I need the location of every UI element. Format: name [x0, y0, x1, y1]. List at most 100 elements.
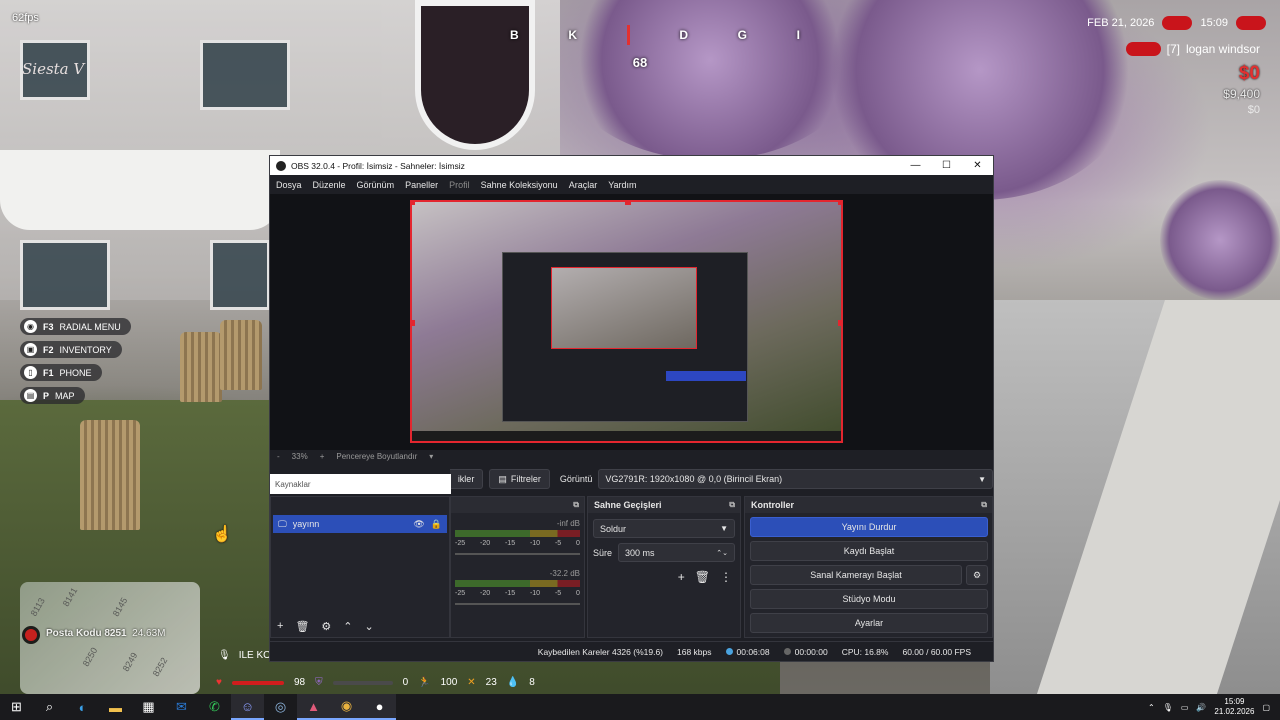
player-info: [7] logan windsor	[1125, 42, 1260, 56]
menu-tools[interactable]: Araçlar	[569, 180, 598, 190]
stamina-icon: 🏃	[418, 677, 431, 688]
game-icon[interactable]: ▲	[297, 694, 330, 720]
obs-icon[interactable]: ●	[363, 694, 396, 720]
health-bar	[231, 680, 284, 685]
volume-icon[interactable]: 🔊	[1196, 703, 1206, 712]
fps-counter: 62fps	[12, 12, 39, 24]
compass-letter: G	[737, 28, 747, 42]
obs-window[interactable]: OBS 32.0.4 - Profil: İsimsiz - Sahneler:…	[269, 155, 994, 662]
preview-source[interactable]	[410, 200, 843, 443]
chevron-down-icon[interactable]: ▾	[429, 452, 433, 461]
zoom-in-button[interactable]: +	[320, 452, 325, 461]
gear-icon[interactable]: ⚙	[966, 565, 988, 585]
chevron-up-icon[interactable]: ⌃	[1148, 703, 1155, 712]
menu-view[interactable]: Görünüm	[357, 180, 395, 190]
popout-icon[interactable]: ⧉	[981, 500, 987, 510]
mouse-cursor-icon: ☝	[212, 526, 232, 543]
nested-obs-preview	[502, 252, 748, 422]
volume-slider[interactable]	[455, 553, 580, 555]
settings-button[interactable]: Ayarlar	[750, 613, 988, 633]
transition-select[interactable]: Soldur ▼	[593, 519, 735, 538]
cash-amount: $0	[1238, 63, 1260, 84]
minimize-icon[interactable]: —	[900, 160, 931, 171]
clock[interactable]: 15:09 21.02.2026	[1214, 697, 1254, 717]
menu-bar: Dosya Düzenle Görünüm Paneller Profil Sa…	[270, 175, 993, 194]
properties-button[interactable]: ikler	[449, 469, 484, 489]
zoom-out-button[interactable]: -	[277, 452, 280, 461]
outlook-icon[interactable]: ✉	[165, 694, 198, 720]
compass-letter: D	[679, 28, 688, 42]
controls-title: Kontroller	[751, 500, 795, 510]
chevron-up-icon[interactable]: ⌃	[343, 620, 352, 633]
notification-icon[interactable]: ▢	[1262, 703, 1270, 712]
start-virtualcam-button[interactable]: Sanal Kamerayı Başlat	[750, 565, 962, 585]
menu-scene-collection[interactable]: Sahne Koleksiyonu	[481, 180, 558, 190]
record-time: 00:00:00	[783, 647, 828, 657]
lock-icon[interactable]: 🔒	[431, 519, 442, 530]
edge-icon[interactable]: ◐	[66, 694, 99, 720]
resize-handle[interactable]	[625, 202, 631, 205]
close-icon[interactable]: ✕	[962, 160, 993, 171]
gear-icon[interactable]: ⚙	[321, 620, 331, 633]
trash-icon[interactable]: 🗑	[295, 620, 309, 633]
date-label: FEB 21, 2026	[1087, 17, 1155, 29]
popout-icon[interactable]: ⧉	[573, 500, 579, 510]
hud-top: FEB 21, 2026 15:09	[1087, 16, 1266, 30]
add-icon[interactable]: +	[277, 620, 283, 632]
whatsapp-icon[interactable]: ✆	[198, 694, 231, 720]
popout-icon[interactable]: ⧉	[729, 500, 735, 510]
menu-file[interactable]: Dosya	[276, 180, 302, 190]
thirst-value: 8	[529, 677, 535, 688]
mic-icon[interactable]: 🎙	[1163, 703, 1173, 712]
menu-docks[interactable]: Paneller	[405, 180, 438, 190]
trash-icon[interactable]: 🗑	[695, 570, 710, 584]
chrome-icon[interactable]: ◉	[330, 694, 363, 720]
job-pill	[1125, 42, 1161, 56]
search-icon[interactable]: ⌕	[33, 694, 66, 720]
source-item[interactable]: 🖵 yayınn 👁 🔒	[273, 515, 447, 533]
network-icon[interactable]: ▭	[1181, 703, 1189, 712]
stop-stream-button[interactable]: Yayını Durdur	[750, 517, 988, 537]
windows-icon[interactable]: ⊞	[0, 694, 33, 720]
more-icon[interactable]: ⋮	[720, 570, 732, 584]
explorer-icon[interactable]: ▬	[99, 694, 132, 720]
compass-needle	[626, 25, 630, 45]
controls-dock: Kontroller ⧉ Yayını Durdur Kaydı Başlat S…	[744, 496, 993, 638]
maximize-icon[interactable]: ☐	[931, 160, 962, 171]
menu-edit[interactable]: Düzenle	[313, 180, 346, 190]
studio-mode-button[interactable]: Stüdyo Modu	[750, 589, 988, 609]
resize-handle[interactable]	[838, 202, 841, 205]
fit-to-window[interactable]: Pencereye Boyutlandır	[336, 452, 417, 461]
duration-input[interactable]: 300 ms ⌃⌄	[618, 543, 735, 562]
record-icon	[783, 647, 791, 655]
add-icon[interactable]: +	[678, 570, 685, 584]
nested-preview	[551, 267, 697, 349]
steam-icon[interactable]: ◎	[264, 694, 297, 720]
chevron-down-icon[interactable]: ⌄	[365, 620, 374, 633]
duration-label: Süre	[593, 547, 613, 558]
tree	[1160, 180, 1280, 300]
stream-icon	[725, 647, 733, 655]
resize-handle[interactable]	[412, 320, 415, 326]
display-select[interactable]: VG2791R: 1920x1080 @ 0,0 (Birincil Ekran…	[598, 469, 993, 489]
sources-footer: + 🗑 ⚙ ⌃ ⌄	[271, 615, 449, 637]
obs-titlebar[interactable]: OBS 32.0.4 - Profil: İsimsiz - Sahneler:…	[270, 156, 993, 175]
eye-icon[interactable]: 👁	[413, 519, 424, 530]
transition-actions: + 🗑 ⋮	[588, 570, 732, 584]
audio-mixer-dock: ⧉ -inf dB -25 -20 -15 -10 -5 0 -32.2 dB -25 -2…	[450, 496, 585, 638]
discord-icon[interactable]: ☺	[231, 694, 264, 720]
menu-profile[interactable]: Profil	[449, 180, 470, 190]
start-record-button[interactable]: Kaydı Başlat	[750, 541, 988, 561]
location-pin-icon	[22, 626, 40, 644]
menu-help[interactable]: Yardım	[608, 180, 636, 190]
resize-handle[interactable]	[412, 202, 415, 205]
volume-meter	[455, 530, 580, 537]
sources-tooltip: Kaynaklar	[270, 474, 451, 494]
stamina-value: 100	[440, 677, 458, 688]
preview-canvas[interactable]	[270, 194, 993, 450]
store-icon[interactable]: ▦	[132, 694, 165, 720]
filters-button[interactable]: ▤ Filtreler	[489, 469, 550, 489]
hotkey-phone: ▯ F1 PHONE	[20, 364, 102, 381]
volume-slider[interactable]	[455, 603, 580, 605]
resize-handle[interactable]	[838, 320, 841, 326]
